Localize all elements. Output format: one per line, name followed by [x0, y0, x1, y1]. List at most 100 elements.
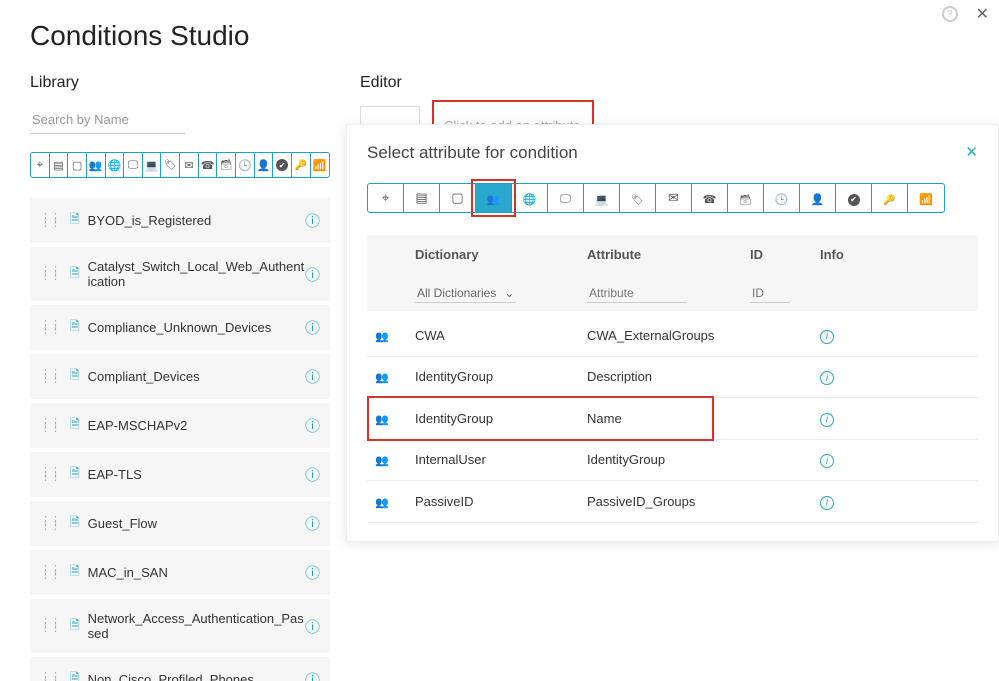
attribute-row[interactable]: IdentityGroupNamei: [367, 398, 978, 440]
attribute-row[interactable]: CWACWA_ExternalGroups i: [367, 315, 978, 357]
dictionary-filter-select[interactable]: All Dictionaries ⌄: [415, 284, 516, 303]
users-icon: [375, 369, 389, 384]
key-icon[interactable]: [872, 184, 908, 212]
info-icon[interactable]: ⓘ: [305, 513, 320, 534]
attribute-row[interactable]: InternalUserIdentityGroupi: [367, 440, 978, 482]
clock-icon[interactable]: [236, 153, 255, 177]
document-icon: [70, 210, 80, 231]
drag-handle-icon[interactable]: ⋮⋮⋮⋮: [40, 372, 60, 382]
ticket-icon[interactable]: [620, 184, 656, 212]
check-icon[interactable]: [273, 153, 292, 177]
panel-close-icon[interactable]: ✕: [965, 143, 978, 161]
help-icon[interactable]: ?: [942, 6, 958, 22]
library-item[interactable]: ⋮⋮⋮⋮EAP-TLSⓘ: [30, 452, 330, 497]
info-icon[interactable]: ⓘ: [305, 317, 320, 338]
id-filter-input[interactable]: [750, 284, 790, 303]
info-icon[interactable]: ⓘ: [305, 669, 320, 681]
library-item-name: Catalyst_Switch_Local_Web_Authentication: [88, 259, 305, 289]
document-icon: [70, 616, 80, 637]
pin-icon[interactable]: [31, 153, 50, 177]
check-icon[interactable]: [836, 184, 872, 212]
monitor-icon[interactable]: [124, 153, 143, 177]
dictionary-cell: InternalUser: [415, 452, 587, 467]
phone-icon[interactable]: [199, 153, 218, 177]
drag-handle-icon[interactable]: ⋮⋮⋮⋮: [40, 421, 60, 431]
library-filter-icons: [30, 152, 330, 178]
square-icon[interactable]: [440, 184, 476, 212]
library-item[interactable]: ⋮⋮⋮⋮Guest_Flowⓘ: [30, 501, 330, 546]
attribute-panel: Select attribute for condition ✕ Diction…: [346, 124, 999, 542]
square-icon[interactable]: [68, 153, 87, 177]
chevron-down-icon: ⌄: [504, 286, 514, 300]
info-icon[interactable]: i: [820, 330, 834, 344]
dictionary-cell: IdentityGroup: [415, 369, 587, 384]
drag-handle-icon[interactable]: ⋮⋮⋮⋮: [40, 519, 60, 529]
desktop-icon[interactable]: [143, 153, 162, 177]
document-icon: [70, 562, 80, 583]
info-icon[interactable]: i: [820, 496, 834, 510]
library-item[interactable]: ⋮⋮⋮⋮ MAC_in_SANⓘ: [30, 550, 330, 595]
info-icon[interactable]: ⓘ: [305, 366, 320, 387]
dictionary-cell: CWA: [415, 328, 587, 343]
attribute-row[interactable]: IdentityGroupDescriptioni: [367, 357, 978, 399]
library-item[interactable]: ⋮⋮⋮⋮Non_Cisco_Profiled_Phonesⓘ: [30, 657, 330, 681]
library-list: ⋮⋮⋮⋮BYOD_is_Registeredⓘ⋮⋮⋮⋮Catalyst_Swit…: [30, 198, 330, 681]
library-item[interactable]: ⋮⋮⋮⋮Compliance_Unknown_Devicesⓘ: [30, 305, 330, 350]
monitor-icon[interactable]: [548, 184, 584, 212]
info-icon[interactable]: ⓘ: [305, 616, 320, 637]
drag-handle-icon[interactable]: ⋮⋮⋮⋮: [40, 323, 60, 333]
desktop-icon[interactable]: [584, 184, 620, 212]
database-icon[interactable]: [217, 153, 236, 177]
database-icon[interactable]: [728, 184, 764, 212]
wifi-icon[interactable]: [908, 184, 944, 212]
library-item[interactable]: ⋮⋮⋮⋮ Catalyst_Switch_Local_Web_Authentica…: [30, 247, 330, 301]
search-input[interactable]: [30, 106, 185, 134]
info-icon[interactable]: ⓘ: [305, 210, 320, 231]
key-icon[interactable]: [292, 153, 311, 177]
clock-icon[interactable]: [764, 184, 800, 212]
ticket-icon[interactable]: [161, 153, 180, 177]
document-icon: [70, 464, 80, 485]
user-icon[interactable]: [255, 153, 274, 177]
mail-icon[interactable]: [656, 184, 692, 212]
drag-handle-icon[interactable]: ⋮⋮⋮⋮: [40, 568, 60, 578]
info-icon[interactable]: ⓘ: [305, 415, 320, 436]
mail-icon[interactable]: [180, 153, 199, 177]
pin-icon[interactable]: [368, 184, 404, 212]
attribute-cell: CWA_ExternalGroups: [587, 328, 750, 343]
info-cell: i: [820, 410, 970, 427]
id-header: ID: [750, 247, 820, 262]
users-icon[interactable]: [476, 184, 512, 212]
info-icon[interactable]: ⓘ: [305, 464, 320, 485]
attribute-filter-input[interactable]: [587, 284, 687, 303]
users-icon[interactable]: [87, 153, 106, 177]
info-icon[interactable]: i: [820, 371, 834, 385]
library-item[interactable]: ⋮⋮⋮⋮EAP-MSCHAPv2ⓘ: [30, 403, 330, 448]
attribute-row[interactable]: PassiveIDPassiveID_Groupsi: [367, 481, 978, 523]
close-icon[interactable]: ✕: [976, 4, 989, 24]
globe-icon[interactable]: [106, 153, 125, 177]
globe-icon[interactable]: [512, 184, 548, 212]
info-icon[interactable]: i: [820, 413, 834, 427]
drag-handle-icon[interactable]: ⋮⋮⋮⋮: [40, 269, 60, 279]
library-item[interactable]: ⋮⋮⋮⋮ Network_Access_Authentication_Passed…: [30, 599, 330, 653]
users-icon: [375, 411, 389, 426]
drag-handle-icon[interactable]: ⋮⋮⋮⋮: [40, 470, 60, 480]
wifi-icon[interactable]: [311, 153, 329, 177]
card-icon[interactable]: [50, 153, 69, 177]
library-item[interactable]: ⋮⋮⋮⋮BYOD_is_Registeredⓘ: [30, 198, 330, 243]
info-icon[interactable]: ⓘ: [305, 562, 320, 583]
library-item[interactable]: ⋮⋮⋮⋮Compliant_Devicesⓘ: [30, 354, 330, 399]
drag-handle-icon[interactable]: ⋮⋮⋮⋮: [40, 675, 60, 681]
card-icon[interactable]: [404, 184, 440, 212]
info-header: Info: [820, 247, 970, 262]
library-title: Library: [30, 74, 330, 92]
phone-icon[interactable]: [692, 184, 728, 212]
library-item-name: MAC_in_SAN: [88, 565, 305, 580]
drag-handle-icon[interactable]: ⋮⋮⋮⋮: [40, 621, 60, 631]
info-icon[interactable]: ⓘ: [305, 264, 320, 285]
info-icon[interactable]: i: [820, 454, 834, 468]
drag-handle-icon[interactable]: ⋮⋮⋮⋮: [40, 216, 60, 226]
user-icon[interactable]: [800, 184, 836, 212]
library-item-name: Network_Access_Authentication_Passed: [88, 611, 305, 641]
